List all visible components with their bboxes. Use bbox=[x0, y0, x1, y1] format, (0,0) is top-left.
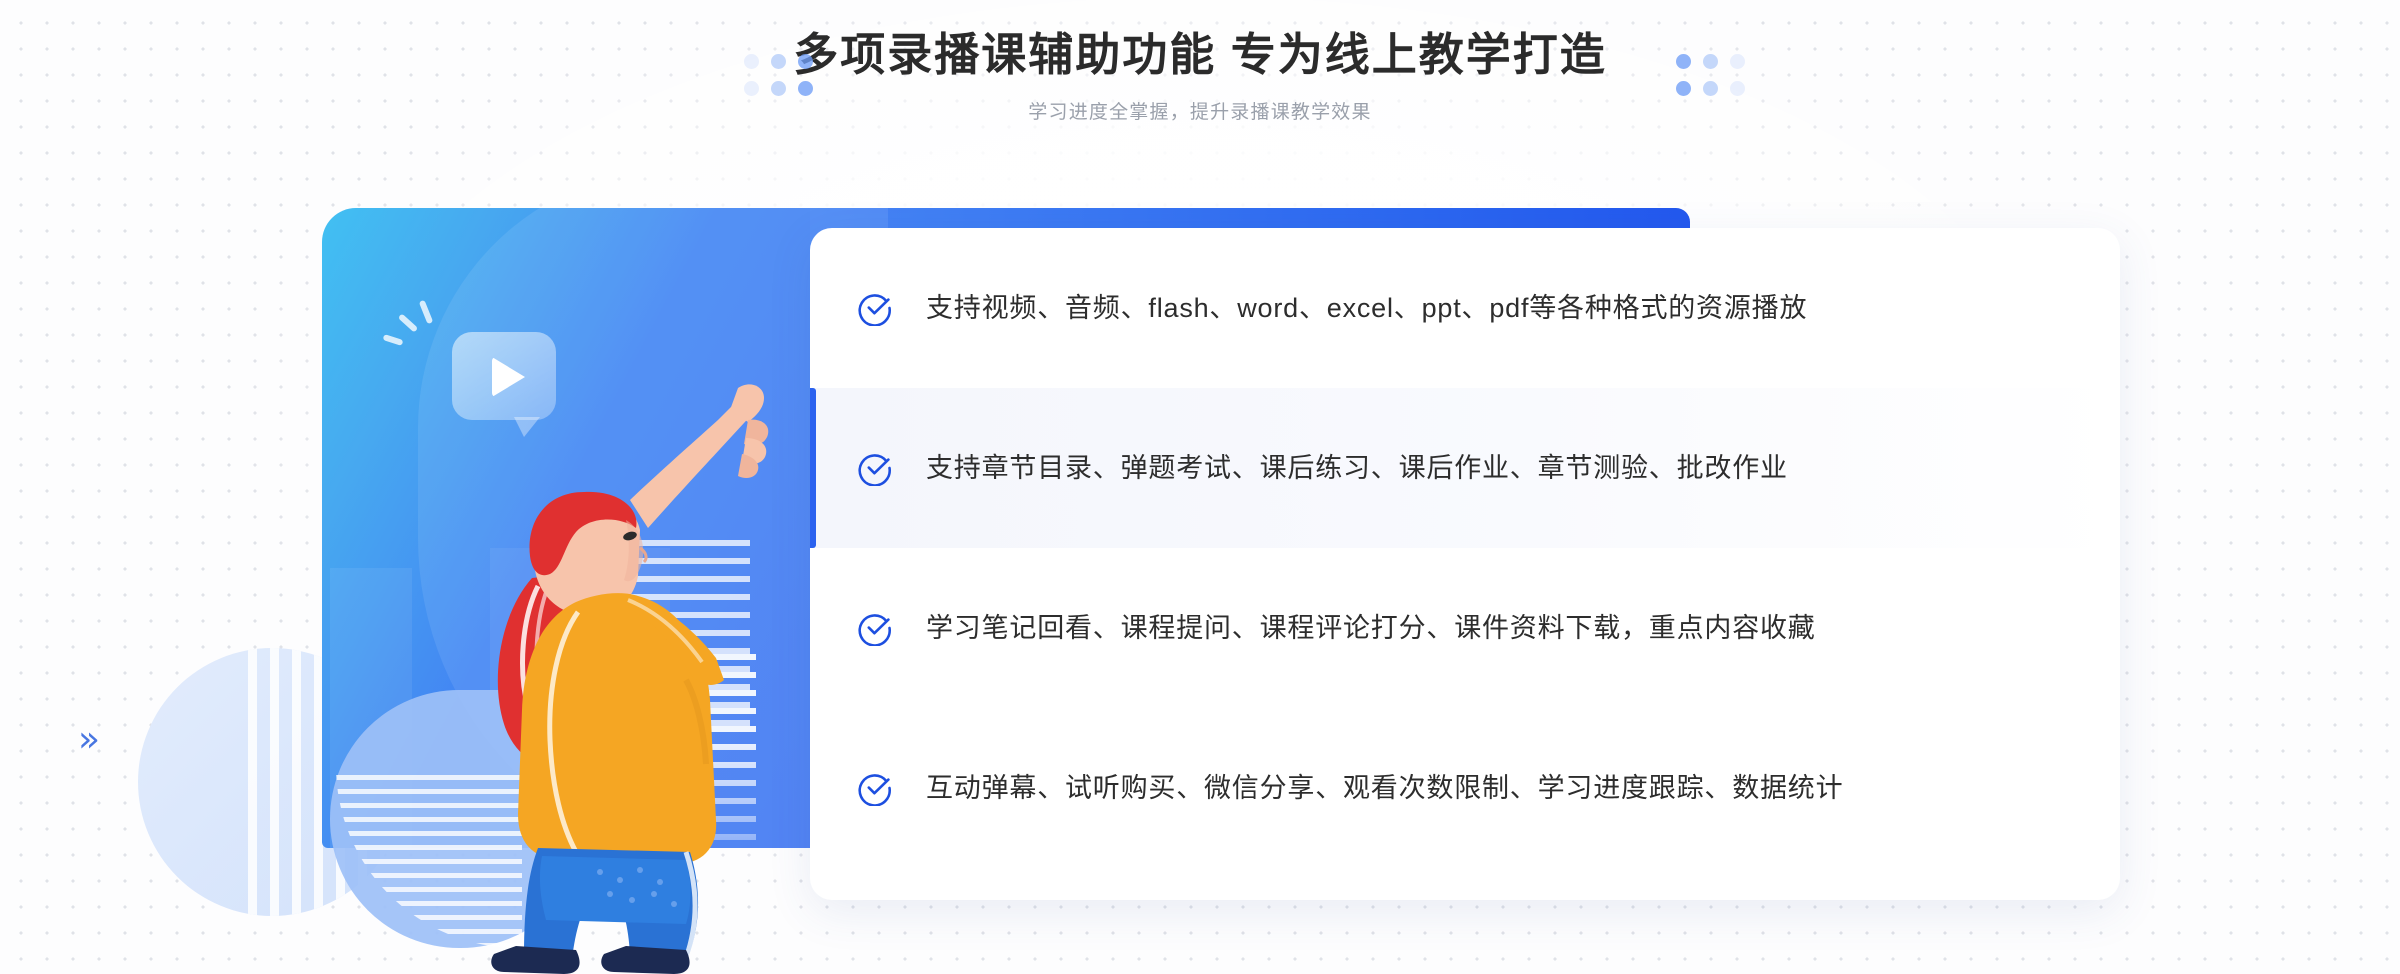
dot bbox=[744, 54, 759, 69]
feature-row[interactable]: 支持视频、音频、flash、word、excel、ppt、pdf等各种格式的资源… bbox=[810, 228, 2120, 388]
feature-text: 学习笔记回看、课程提问、课程评论打分、课件资料下载，重点内容收藏 bbox=[926, 612, 1816, 643]
dot-cluster-right-decoration bbox=[1676, 54, 1745, 96]
feature-card: 支持视频、音频、flash、word、excel、ppt、pdf等各种格式的资源… bbox=[810, 228, 2120, 900]
person-illustration bbox=[480, 380, 840, 974]
dot bbox=[1730, 81, 1745, 96]
page-title: 多项录播课辅助功能 专为线上教学打造 bbox=[793, 29, 1607, 80]
dot bbox=[744, 81, 759, 96]
feature-text: 支持章节目录、弹题考试、课后练习、课后作业、章节测验、批改作业 bbox=[926, 452, 1788, 483]
header: 多项录播课辅助功能 专为线上教学打造 学习进度全掌握，提升录播课教学效果 bbox=[0, 0, 2400, 124]
dot-cluster-left-decoration bbox=[744, 54, 813, 96]
feature-text: 支持视频、音频、flash、word、excel、ppt、pdf等各种格式的资源… bbox=[926, 292, 1808, 323]
dot bbox=[798, 54, 813, 69]
chevron-right-icon: » bbox=[78, 719, 101, 760]
dot bbox=[771, 54, 786, 69]
page-subtitle: 学习进度全掌握，提升录播课教学效果 bbox=[1028, 101, 1372, 123]
dot bbox=[1730, 54, 1745, 69]
circle-check-icon bbox=[858, 770, 894, 806]
dot bbox=[1676, 54, 1691, 69]
dot bbox=[1676, 81, 1691, 96]
dot bbox=[771, 81, 786, 96]
dot bbox=[1703, 81, 1718, 96]
dot bbox=[1703, 54, 1718, 69]
promo-banner: 多项录播课辅助功能 专为线上教学打造 学习进度全掌握，提升录播课教学效果 » « bbox=[0, 0, 2400, 974]
feature-row[interactable]: 支持章节目录、弹题考试、课后练习、课后作业、章节测验、批改作业 bbox=[810, 388, 2120, 548]
feature-list: 支持视频、音频、flash、word、excel、ppt、pdf等各种格式的资源… bbox=[810, 228, 2120, 900]
circle-check-icon bbox=[858, 610, 894, 646]
feature-row[interactable]: 互动弹幕、试听购买、微信分享、观看次数限制、学习进度跟踪、数据统计 bbox=[810, 708, 2120, 868]
circle-check-icon bbox=[858, 290, 894, 326]
feature-row[interactable]: 学习笔记回看、课程提问、课程评论打分、课件资料下载，重点内容收藏 bbox=[810, 548, 2120, 708]
feature-text: 互动弹幕、试听购买、微信分享、观看次数限制、学习进度跟踪、数据统计 bbox=[926, 772, 1844, 803]
dot bbox=[798, 81, 813, 96]
circle-check-icon bbox=[858, 450, 894, 486]
